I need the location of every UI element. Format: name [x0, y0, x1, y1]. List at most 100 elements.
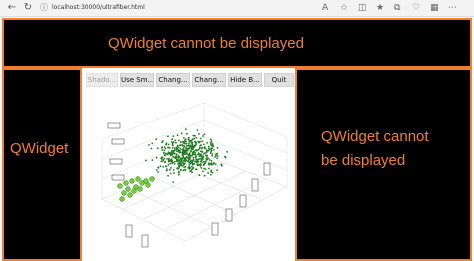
scatter-point [151, 159, 154, 161]
scatter-point-large [129, 178, 135, 184]
scatter-point [208, 167, 210, 170]
split-screen-icon[interactable]: ◫ [358, 2, 367, 14]
scatter-point [210, 159, 213, 162]
scatter-point [175, 146, 178, 149]
scatter-point [151, 142, 154, 145]
scatter-point [185, 153, 188, 155]
scatter-point [216, 146, 219, 149]
scatter-point [216, 152, 219, 155]
scatter-point [179, 141, 182, 143]
scatter-point [200, 166, 203, 169]
scatter-point [172, 144, 174, 147]
scatter-point [208, 163, 210, 166]
scatter-point [177, 156, 180, 158]
scatter-point [200, 144, 202, 147]
back-icon[interactable]: ← [6, 2, 18, 14]
scatter-point [176, 150, 178, 153]
scatter3d-plot[interactable] [82, 91, 295, 259]
extensions-icon[interactable]: ▦ [430, 2, 439, 14]
quit-button[interactable]: Quit [264, 73, 294, 87]
scatter-point [155, 138, 158, 141]
scatter-point [175, 155, 178, 157]
scatter-point [206, 156, 208, 158]
scatter-point [162, 159, 165, 162]
scatter-point [204, 147, 207, 150]
scatter-point [195, 158, 198, 161]
scatter-point [216, 169, 219, 172]
scatter-point [205, 154, 207, 157]
scatter-point [148, 144, 150, 146]
scatter-point-large [137, 186, 143, 192]
scatter-point [162, 166, 165, 168]
scatter-point [208, 159, 211, 161]
scatter3d-widget: Shado... Use Sm... Chang... Chang... Hid… [82, 69, 295, 259]
scatter-point [163, 149, 166, 152]
refresh-icon[interactable]: ↻ [22, 2, 34, 14]
heart-icon[interactable]: ♡ [412, 2, 420, 14]
scatter-point [177, 146, 180, 149]
scatter-point-large [135, 176, 141, 182]
scatter-point [170, 158, 173, 160]
scatter-point [156, 147, 159, 150]
scatter-point [209, 138, 212, 141]
favorites-icon[interactable]: ★ [376, 2, 384, 14]
scatter-point [174, 139, 177, 142]
use-smooth-button[interactable]: Use Sm... [120, 73, 154, 87]
scatter-point [180, 168, 182, 171]
scatter-point [190, 170, 193, 172]
scatter-point [174, 157, 177, 160]
change-style-button[interactable]: Chang... [156, 73, 190, 87]
info-icon[interactable]: ⓘ [40, 2, 48, 14]
scatter-point [161, 156, 164, 159]
scatter-point [188, 166, 191, 169]
hide-background-button[interactable]: Hide B... [228, 73, 262, 87]
scatter-point [195, 141, 198, 144]
scatter-point [221, 164, 223, 167]
more-options-icon[interactable]: ⋯ [448, 2, 457, 14]
scatter-point [205, 151, 208, 154]
scatter-points [117, 128, 229, 202]
scatter-point-large [123, 180, 129, 186]
shadow-quality-button[interactable]: Shado... [86, 73, 118, 87]
scatter-point [167, 135, 169, 138]
scatter-point [170, 160, 173, 163]
browser-toolbar: ← ↻ ⓘ localhost:30000/ultrafiber.html A … [0, 0, 474, 17]
scatter-point [159, 165, 162, 168]
address-bar[interactable]: ⓘ localhost:30000/ultrafiber.html [40, 2, 310, 14]
scatter-point [211, 147, 214, 150]
scatter-point [179, 148, 182, 150]
scatter-point [184, 165, 187, 168]
scatter-point [191, 141, 194, 144]
top-qwidget-panel: QWidget cannot be displayed [2, 18, 472, 68]
collections-icon[interactable]: ⧉ [394, 2, 400, 14]
scatter-point [171, 146, 174, 149]
scatter-point [207, 147, 210, 150]
scatter-point [171, 141, 174, 144]
read-aloud-icon[interactable]: A [322, 2, 328, 14]
scatter-point [198, 155, 201, 158]
scatter-point [226, 151, 229, 153]
scatter-point [211, 143, 214, 145]
scatter-point [178, 139, 180, 142]
scatter-point [214, 156, 216, 158]
scatter-point [188, 136, 190, 139]
scatter-point [184, 156, 187, 159]
scatter-point [211, 153, 214, 155]
change-theme-button[interactable]: Chang... [192, 73, 226, 87]
right-panel-message-line2: be displayed [321, 152, 406, 169]
scatter-point [163, 146, 166, 148]
favorite-star-icon[interactable]: ☆ [340, 2, 348, 14]
scatter-point [183, 145, 186, 148]
scatter-point [168, 168, 171, 171]
scatter-point [212, 162, 215, 165]
scatter-point [182, 137, 185, 139]
scatter-point [201, 151, 204, 153]
scatter-point [178, 150, 181, 152]
scatter-point [164, 160, 167, 163]
scatter-point [182, 169, 185, 171]
scatter-point [203, 174, 206, 177]
scatter-point [165, 165, 168, 168]
scatter-point [173, 152, 176, 155]
scatter-point [168, 147, 171, 149]
scatter-point [192, 153, 195, 155]
